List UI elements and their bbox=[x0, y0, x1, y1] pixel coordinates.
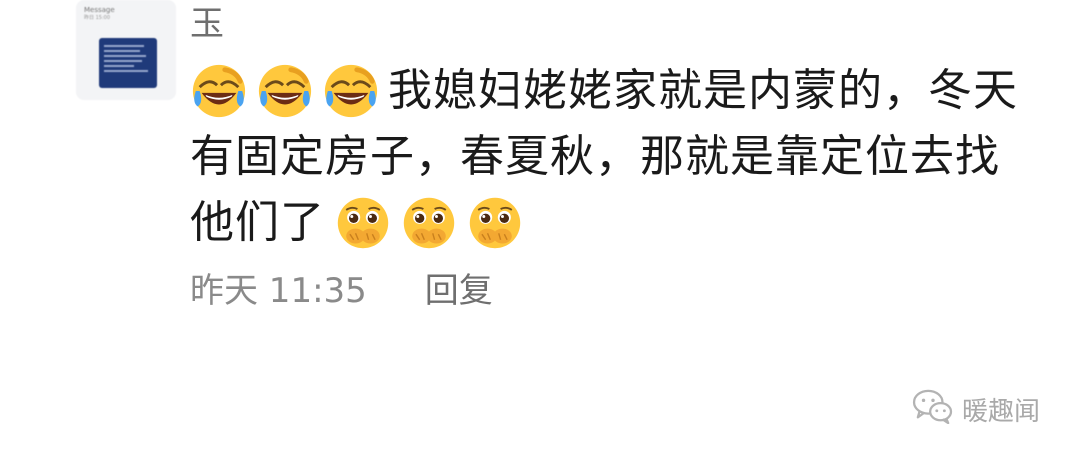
laugh-cry-emoji bbox=[322, 62, 380, 120]
reply-button[interactable]: 回复 bbox=[425, 268, 493, 314]
message-line-1: 我媳妇姥姥家就是内蒙的，冬天 bbox=[190, 58, 1070, 124]
wechat-icon bbox=[912, 388, 962, 431]
watermark-text: 暖趣闻 bbox=[962, 397, 1041, 427]
comment-time: 昨天 11:35 bbox=[190, 271, 367, 311]
comment-screen: Message 昨日 15:00 玉 我媳妇姥姥家就是内蒙的，冬天 有固定房子，… bbox=[0, 0, 1080, 456]
avatar-topbar-subtitle: 昨日 15:00 bbox=[84, 15, 110, 21]
avatar[interactable]: Message 昨日 15:00 bbox=[76, 0, 176, 100]
laugh-cry-emoji bbox=[256, 62, 314, 120]
comment-meta: 昨天 11:35 回复 bbox=[190, 268, 493, 314]
avatar-topbar-title: Message bbox=[84, 6, 115, 14]
username[interactable]: 玉 bbox=[190, 4, 224, 44]
message-line-3: 他们了 bbox=[190, 190, 1070, 256]
message-text-line-2: 有固定房子，春夏秋，那就是靠定位去找 bbox=[190, 131, 1000, 182]
watermark: 暖趣闻 bbox=[912, 388, 1040, 431]
shy-hand-over-mouth-emoji bbox=[335, 195, 391, 251]
laugh-cry-emoji bbox=[190, 62, 248, 120]
comment-message: 我媳妇姥姥家就是内蒙的，冬天 有固定房子，春夏秋，那就是靠定位去找 他们了 bbox=[190, 58, 1070, 256]
avatar-note-card bbox=[99, 38, 157, 88]
message-text-line-3: 他们了 bbox=[190, 197, 325, 248]
message-line-2: 有固定房子，春夏秋，那就是靠定位去找 bbox=[190, 124, 1070, 190]
message-text-line-1: 我媳妇姥姥家就是内蒙的，冬天 bbox=[388, 65, 1018, 116]
shy-hand-over-mouth-emoji bbox=[401, 195, 457, 251]
shy-hand-over-mouth-emoji bbox=[467, 195, 523, 251]
